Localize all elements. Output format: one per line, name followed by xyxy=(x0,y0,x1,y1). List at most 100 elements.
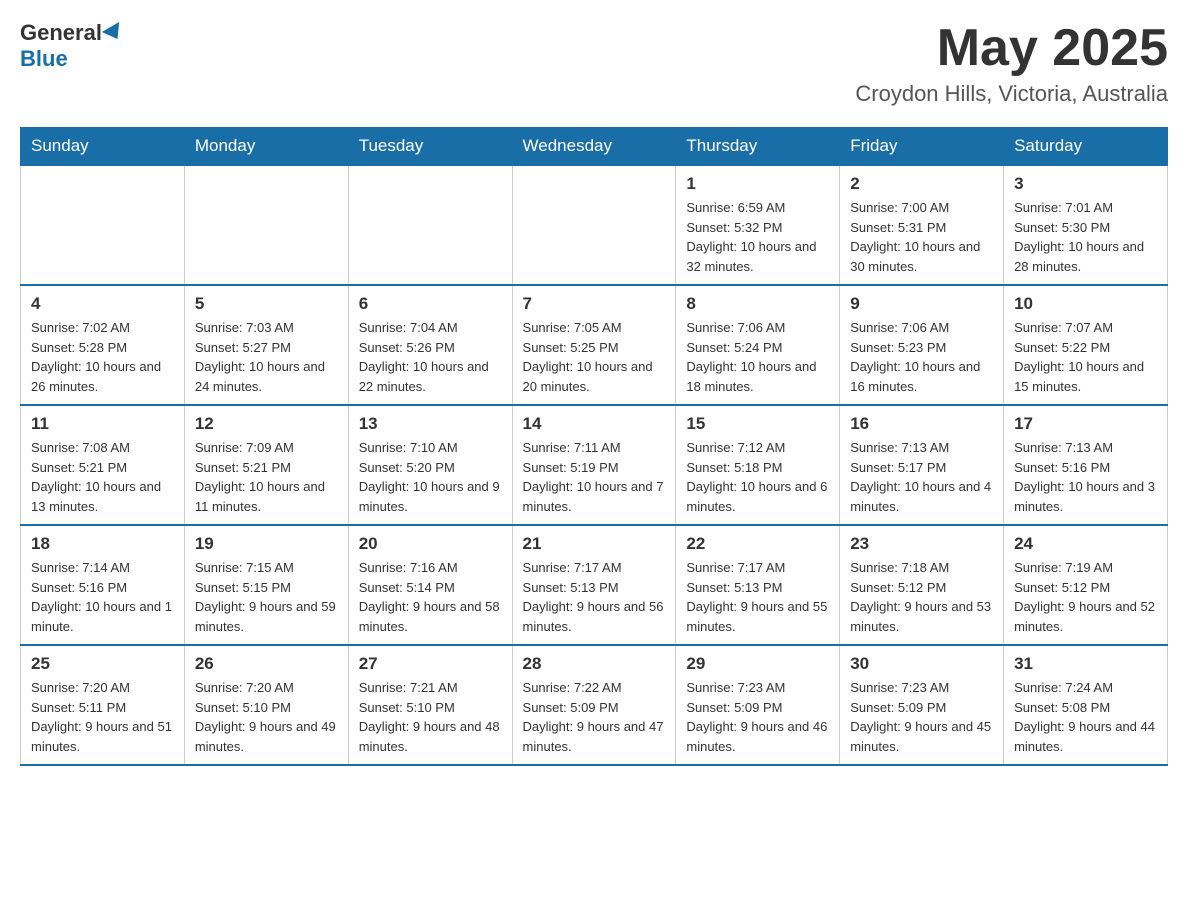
day-info: Sunrise: 7:18 AM Sunset: 5:12 PM Dayligh… xyxy=(850,558,993,636)
day-info: Sunrise: 7:06 AM Sunset: 5:24 PM Dayligh… xyxy=(686,318,829,396)
day-info: Sunrise: 6:59 AM Sunset: 5:32 PM Dayligh… xyxy=(686,198,829,276)
weekday-header-tuesday: Tuesday xyxy=(348,128,512,166)
calendar-cell: 2 Sunrise: 7:00 AM Sunset: 5:31 PM Daylig… xyxy=(840,165,1004,285)
calendar-cell: 9Sunrise: 7:06 AM Sunset: 5:23 PM Daylig… xyxy=(840,285,1004,405)
day-number: 29 xyxy=(686,654,829,674)
calendar-cell: 17Sunrise: 7:13 AM Sunset: 5:16 PM Dayli… xyxy=(1004,405,1168,525)
day-info: Sunrise: 7:02 AM Sunset: 5:28 PM Dayligh… xyxy=(31,318,174,396)
day-number: 17 xyxy=(1014,414,1157,434)
day-number: 21 xyxy=(523,534,666,554)
calendar-cell: 25 Sunrise: 7:20 AM Sunset: 5:11 PM Dayli… xyxy=(21,645,185,765)
calendar-cell: 12 Sunrise: 7:09 AM Sunset: 5:21 PM Dayli… xyxy=(184,405,348,525)
day-number: 11 xyxy=(31,414,174,434)
calendar-cell: 7 Sunrise: 7:05 AM Sunset: 5:25 PM Daylig… xyxy=(512,285,676,405)
calendar-cell: 8 Sunrise: 7:06 AM Sunset: 5:24 PM Daylig… xyxy=(676,285,840,405)
calendar-cell: 18 Sunrise: 7:14 AM Sunset: 5:16 PM Dayli… xyxy=(21,525,185,645)
day-number: 10 xyxy=(1014,294,1157,314)
calendar-table: SundayMondayTuesdayWednesdayThursdayFrid… xyxy=(20,127,1168,766)
weekday-header-thursday: Thursday xyxy=(676,128,840,166)
logo-arrow-icon xyxy=(102,22,126,44)
day-number: 13 xyxy=(359,414,502,434)
calendar-cell: 1Sunrise: 6:59 AM Sunset: 5:32 PM Daylig… xyxy=(676,165,840,285)
day-number: 8 xyxy=(686,294,829,314)
day-number: 27 xyxy=(359,654,502,674)
calendar-cell: 16 Sunrise: 7:13 AM Sunset: 5:17 PM Dayli… xyxy=(840,405,1004,525)
day-number: 28 xyxy=(523,654,666,674)
day-info: Sunrise: 7:23 AM Sunset: 5:09 PM Dayligh… xyxy=(686,678,829,756)
calendar-cell: 23Sunrise: 7:18 AM Sunset: 5:12 PM Dayli… xyxy=(840,525,1004,645)
page-header: General Blue May 2025 Croydon Hills, Vic… xyxy=(20,20,1168,107)
calendar-cell: 24Sunrise: 7:19 AM Sunset: 5:12 PM Dayli… xyxy=(1004,525,1168,645)
week-row-4: 18 Sunrise: 7:14 AM Sunset: 5:16 PM Dayli… xyxy=(21,525,1168,645)
day-info: Sunrise: 7:16 AM Sunset: 5:14 PM Dayligh… xyxy=(359,558,502,636)
weekday-header-friday: Friday xyxy=(840,128,1004,166)
day-number: 2 xyxy=(850,174,993,194)
weekday-header-sunday: Sunday xyxy=(21,128,185,166)
calendar-cell: 28 Sunrise: 7:22 AM Sunset: 5:09 PM Dayli… xyxy=(512,645,676,765)
week-row-3: 11 Sunrise: 7:08 AM Sunset: 5:21 PM Dayli… xyxy=(21,405,1168,525)
logo-blue-text: Blue xyxy=(20,46,68,71)
location-title: Croydon Hills, Victoria, Australia xyxy=(855,81,1168,107)
day-info: Sunrise: 7:17 AM Sunset: 5:13 PM Dayligh… xyxy=(523,558,666,636)
day-info: Sunrise: 7:07 AM Sunset: 5:22 PM Dayligh… xyxy=(1014,318,1157,396)
day-number: 22 xyxy=(686,534,829,554)
day-number: 6 xyxy=(359,294,502,314)
calendar-cell: 21 Sunrise: 7:17 AM Sunset: 5:13 PM Dayli… xyxy=(512,525,676,645)
header-row: SundayMondayTuesdayWednesdayThursdayFrid… xyxy=(21,128,1168,166)
day-info: Sunrise: 7:24 AM Sunset: 5:08 PM Dayligh… xyxy=(1014,678,1157,756)
weekday-header-wednesday: Wednesday xyxy=(512,128,676,166)
day-info: Sunrise: 7:20 AM Sunset: 5:11 PM Dayligh… xyxy=(31,678,174,756)
calendar-cell xyxy=(184,165,348,285)
day-number: 5 xyxy=(195,294,338,314)
day-info: Sunrise: 7:12 AM Sunset: 5:18 PM Dayligh… xyxy=(686,438,829,516)
day-number: 12 xyxy=(195,414,338,434)
day-number: 18 xyxy=(31,534,174,554)
day-number: 4 xyxy=(31,294,174,314)
logo-general-text: General xyxy=(20,20,102,46)
day-number: 25 xyxy=(31,654,174,674)
calendar-cell: 10 Sunrise: 7:07 AM Sunset: 5:22 PM Dayli… xyxy=(1004,285,1168,405)
week-row-2: 4 Sunrise: 7:02 AM Sunset: 5:28 PM Daylig… xyxy=(21,285,1168,405)
calendar-cell: 29 Sunrise: 7:23 AM Sunset: 5:09 PM Dayli… xyxy=(676,645,840,765)
calendar-cell: 14 Sunrise: 7:11 AM Sunset: 5:19 PM Dayli… xyxy=(512,405,676,525)
title-block: May 2025 Croydon Hills, Victoria, Austra… xyxy=(855,20,1168,107)
day-info: Sunrise: 7:23 AM Sunset: 5:09 PM Dayligh… xyxy=(850,678,993,756)
calendar-cell: 27 Sunrise: 7:21 AM Sunset: 5:10 PM Dayli… xyxy=(348,645,512,765)
day-info: Sunrise: 7:08 AM Sunset: 5:21 PM Dayligh… xyxy=(31,438,174,516)
calendar-cell: 26 Sunrise: 7:20 AM Sunset: 5:10 PM Dayli… xyxy=(184,645,348,765)
month-title: May 2025 xyxy=(855,20,1168,77)
weekday-header-saturday: Saturday xyxy=(1004,128,1168,166)
calendar-cell: 19Sunrise: 7:15 AM Sunset: 5:15 PM Dayli… xyxy=(184,525,348,645)
calendar-cell: 20 Sunrise: 7:16 AM Sunset: 5:14 PM Dayli… xyxy=(348,525,512,645)
day-number: 20 xyxy=(359,534,502,554)
logo: General Blue xyxy=(20,20,126,72)
week-row-1: 1Sunrise: 6:59 AM Sunset: 5:32 PM Daylig… xyxy=(21,165,1168,285)
day-number: 31 xyxy=(1014,654,1157,674)
calendar-cell xyxy=(512,165,676,285)
day-info: Sunrise: 7:22 AM Sunset: 5:09 PM Dayligh… xyxy=(523,678,666,756)
day-info: Sunrise: 7:13 AM Sunset: 5:17 PM Dayligh… xyxy=(850,438,993,516)
day-number: 16 xyxy=(850,414,993,434)
day-info: Sunrise: 7:17 AM Sunset: 5:13 PM Dayligh… xyxy=(686,558,829,636)
day-number: 9 xyxy=(850,294,993,314)
day-info: Sunrise: 7:11 AM Sunset: 5:19 PM Dayligh… xyxy=(523,438,666,516)
day-number: 14 xyxy=(523,414,666,434)
day-info: Sunrise: 7:20 AM Sunset: 5:10 PM Dayligh… xyxy=(195,678,338,756)
calendar-cell: 4 Sunrise: 7:02 AM Sunset: 5:28 PM Daylig… xyxy=(21,285,185,405)
day-info: Sunrise: 7:14 AM Sunset: 5:16 PM Dayligh… xyxy=(31,558,174,636)
calendar-cell xyxy=(21,165,185,285)
calendar-cell: 31 Sunrise: 7:24 AM Sunset: 5:08 PM Dayli… xyxy=(1004,645,1168,765)
weekday-header-monday: Monday xyxy=(184,128,348,166)
calendar-cell: 15Sunrise: 7:12 AM Sunset: 5:18 PM Dayli… xyxy=(676,405,840,525)
day-info: Sunrise: 7:03 AM Sunset: 5:27 PM Dayligh… xyxy=(195,318,338,396)
day-info: Sunrise: 7:01 AM Sunset: 5:30 PM Dayligh… xyxy=(1014,198,1157,276)
day-number: 26 xyxy=(195,654,338,674)
day-number: 3 xyxy=(1014,174,1157,194)
day-info: Sunrise: 7:21 AM Sunset: 5:10 PM Dayligh… xyxy=(359,678,502,756)
day-number: 7 xyxy=(523,294,666,314)
day-info: Sunrise: 7:09 AM Sunset: 5:21 PM Dayligh… xyxy=(195,438,338,516)
calendar-cell: 11 Sunrise: 7:08 AM Sunset: 5:21 PM Dayli… xyxy=(21,405,185,525)
day-number: 30 xyxy=(850,654,993,674)
day-info: Sunrise: 7:05 AM Sunset: 5:25 PM Dayligh… xyxy=(523,318,666,396)
day-info: Sunrise: 7:00 AM Sunset: 5:31 PM Dayligh… xyxy=(850,198,993,276)
